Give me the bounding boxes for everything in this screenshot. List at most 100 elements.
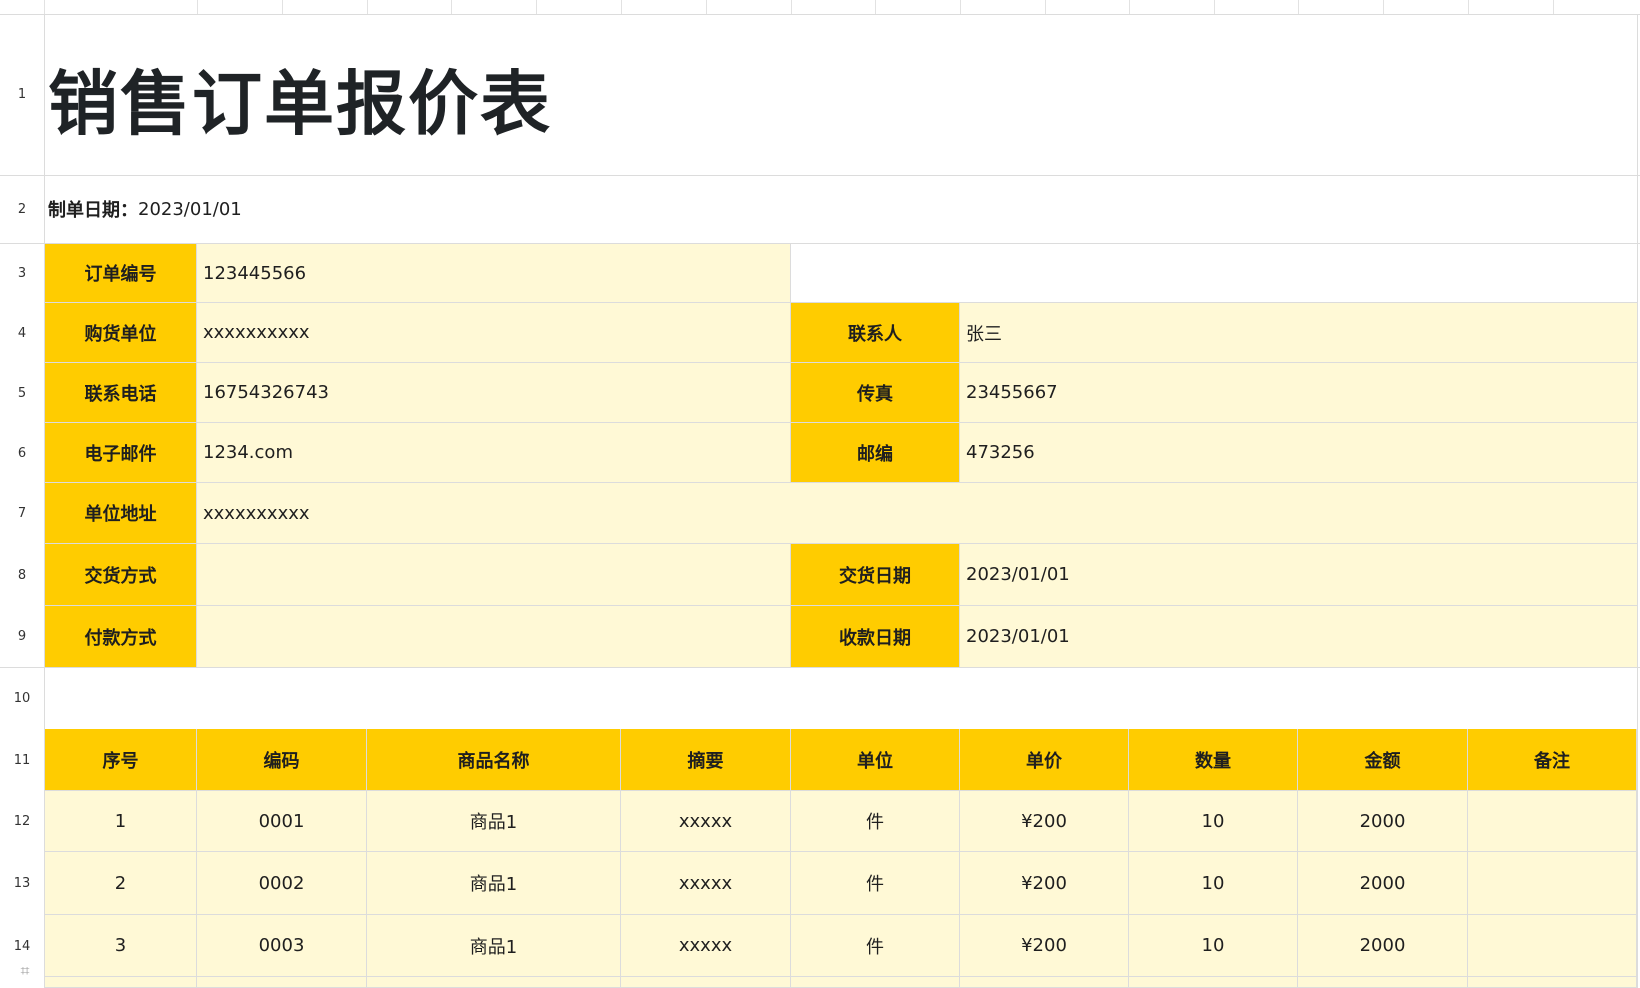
table-cell[interactable]: [960, 977, 1129, 988]
table-cell[interactable]: [197, 977, 367, 988]
buyer-label-cell[interactable]: 购货单位: [45, 303, 197, 363]
table-cell[interactable]: ¥200: [960, 791, 1129, 852]
table-cell[interactable]: 件: [791, 915, 960, 977]
sheet-title[interactable]: 销售订单报价表: [48, 48, 552, 149]
column-divider[interactable]: [791, 0, 792, 14]
order-date-line[interactable]: 制单日期： 2023/01/01: [48, 189, 242, 229]
row-number[interactable]: 5: [0, 363, 44, 423]
column-divider[interactable]: [875, 0, 876, 14]
column-divider[interactable]: [1468, 0, 1469, 14]
fax-cell[interactable]: 23455667: [960, 363, 1637, 423]
empty-cell[interactable]: [791, 244, 1637, 303]
table-header-cell[interactable]: 单位: [791, 729, 960, 791]
table-cell[interactable]: 1: [45, 791, 197, 852]
column-divider[interactable]: [706, 0, 707, 14]
row-number[interactable]: 12: [0, 791, 44, 852]
table-cell[interactable]: 10: [1129, 791, 1298, 852]
table-cell[interactable]: [1129, 977, 1298, 988]
table-cell[interactable]: 2000: [1298, 915, 1468, 977]
table-cell[interactable]: 2000: [1298, 852, 1468, 915]
table-header-cell[interactable]: 金额: [1298, 729, 1468, 791]
table-cell[interactable]: 0002: [197, 852, 367, 915]
row-number[interactable]: 10: [0, 667, 44, 729]
table-cell[interactable]: ¥200: [960, 915, 1129, 977]
email-cell[interactable]: 1234.com: [197, 423, 791, 483]
address-cell[interactable]: xxxxxxxxxx: [197, 483, 1637, 544]
payment-method-cell[interactable]: [197, 606, 791, 667]
table-cell[interactable]: 商品1: [367, 791, 621, 852]
order-no-cell[interactable]: 123445566: [197, 244, 791, 303]
contact-label-cell[interactable]: 联系人: [791, 303, 960, 363]
table-cell[interactable]: [45, 977, 197, 988]
row-number[interactable]: 4: [0, 303, 44, 363]
delivery-date-cell[interactable]: 2023/01/01: [960, 544, 1637, 606]
column-divider[interactable]: [367, 0, 368, 14]
fax-label-cell[interactable]: 传真: [791, 363, 960, 423]
column-divider[interactable]: [536, 0, 537, 14]
table-cell[interactable]: [791, 977, 960, 988]
table-cell[interactable]: 件: [791, 791, 960, 852]
contact-cell[interactable]: 张三: [960, 303, 1637, 363]
table-cell[interactable]: [621, 977, 791, 988]
row-number[interactable]: 7: [0, 483, 44, 544]
column-divider[interactable]: [451, 0, 452, 14]
payment-method-label-cell[interactable]: 付款方式: [45, 606, 197, 667]
table-header-cell[interactable]: 单价: [960, 729, 1129, 791]
row-number[interactable]: 13: [0, 852, 44, 915]
column-divider[interactable]: [1383, 0, 1384, 14]
column-divider[interactable]: [197, 0, 198, 14]
table-header-cell[interactable]: 序号: [45, 729, 197, 791]
delivery-method-cell[interactable]: [197, 544, 791, 606]
table-cell[interactable]: [1468, 852, 1637, 915]
row-number[interactable]: 8: [0, 544, 44, 606]
table-cell[interactable]: [1468, 977, 1637, 988]
zip-label-cell[interactable]: 邮编: [791, 423, 960, 483]
column-divider[interactable]: [1214, 0, 1215, 14]
column-divider[interactable]: [1129, 0, 1130, 14]
column-divider[interactable]: [1045, 0, 1046, 14]
row-number[interactable]: 9: [0, 606, 44, 667]
table-cell[interactable]: 件: [791, 852, 960, 915]
table-header-cell[interactable]: 商品名称: [367, 729, 621, 791]
table-cell[interactable]: xxxxx: [621, 791, 791, 852]
email-label-cell[interactable]: 电子邮件: [45, 423, 197, 483]
column-divider[interactable]: [1553, 0, 1554, 14]
table-cell[interactable]: 商品1: [367, 852, 621, 915]
table-cell[interactable]: xxxxx: [621, 915, 791, 977]
table-cell[interactable]: 10: [1129, 915, 1298, 977]
address-label-cell[interactable]: 单位地址: [45, 483, 197, 544]
row-number[interactable]: 2: [0, 175, 44, 243]
table-cell[interactable]: 0001: [197, 791, 367, 852]
table-header-cell[interactable]: 数量: [1129, 729, 1298, 791]
row-number[interactable]: 11: [0, 729, 44, 791]
table-cell[interactable]: 10: [1129, 852, 1298, 915]
table-cell[interactable]: [1298, 977, 1468, 988]
row-number[interactable]: 1: [0, 14, 44, 175]
table-cell[interactable]: 3: [45, 915, 197, 977]
delivery-date-label-cell[interactable]: 交货日期: [791, 544, 960, 606]
receipt-date-cell[interactable]: 2023/01/01: [960, 606, 1637, 667]
table-cell[interactable]: [1468, 915, 1637, 977]
spreadsheet-grid[interactable]: 1 2 3 4 5 6 7 8 9 10 11 12 13 14 销售订单报价表…: [0, 0, 1640, 988]
column-divider[interactable]: [282, 0, 283, 14]
column-divider[interactable]: [1298, 0, 1299, 14]
zip-cell[interactable]: 473256: [960, 423, 1637, 483]
receipt-date-label-cell[interactable]: 收款日期: [791, 606, 960, 667]
table-cell[interactable]: 2: [45, 852, 197, 915]
table-cell[interactable]: 商品1: [367, 915, 621, 977]
table-cell[interactable]: 2000: [1298, 791, 1468, 852]
table-cell[interactable]: [367, 977, 621, 988]
order-no-label-cell[interactable]: 订单编号: [45, 244, 197, 303]
freeze-panes-icon[interactable]: ⌗: [16, 962, 34, 980]
table-header-cell[interactable]: 备注: [1468, 729, 1637, 791]
row-number[interactable]: 3: [0, 243, 44, 303]
row-number[interactable]: 6: [0, 423, 44, 483]
column-divider[interactable]: [621, 0, 622, 14]
table-cell[interactable]: [1468, 791, 1637, 852]
table-cell[interactable]: xxxxx: [621, 852, 791, 915]
delivery-method-label-cell[interactable]: 交货方式: [45, 544, 197, 606]
column-divider[interactable]: [44, 0, 45, 14]
table-header-cell[interactable]: 摘要: [621, 729, 791, 791]
table-header-cell[interactable]: 编码: [197, 729, 367, 791]
buyer-cell[interactable]: xxxxxxxxxx: [197, 303, 791, 363]
